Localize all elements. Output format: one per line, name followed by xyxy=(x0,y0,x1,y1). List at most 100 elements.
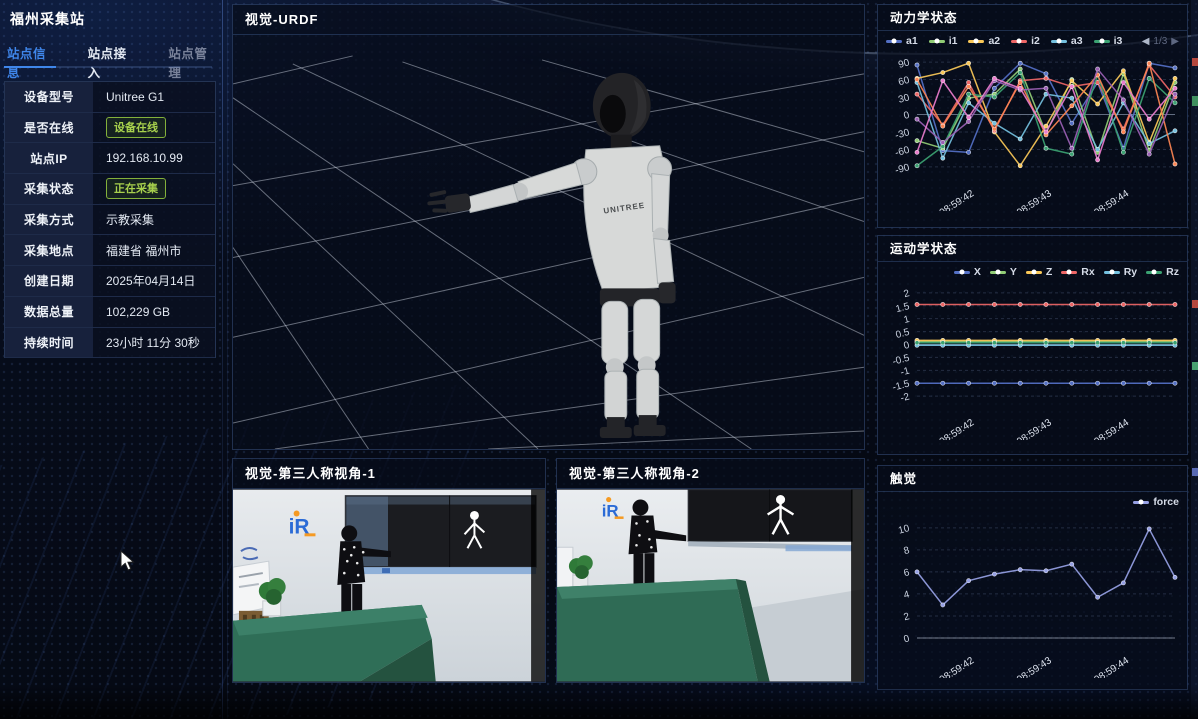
legend-item-Z[interactable]: Z xyxy=(1026,266,1052,278)
clipped-edge-strip xyxy=(1191,0,1198,719)
info-value: 2025年04月14日 xyxy=(93,266,215,296)
camera1-title: 视觉-第三人称视角-1 xyxy=(233,459,545,489)
camera1-panel: 视觉-第三人称视角-1 iR xyxy=(232,458,546,683)
edge-fragment xyxy=(1192,58,1198,66)
legend-label: a3 xyxy=(1071,35,1083,47)
svg-text:1.5: 1.5 xyxy=(894,301,911,315)
info-label: 数据总量 xyxy=(5,297,93,327)
dynamics-title: 动力学状态 xyxy=(878,5,1187,31)
info-label: 采集地点 xyxy=(5,235,93,265)
svg-text:0: 0 xyxy=(903,110,912,122)
kinematics-title: 运动学状态 xyxy=(878,236,1187,262)
svg-text:-2: -2 xyxy=(899,391,911,404)
svg-text:08:59:42: 08:59:42 xyxy=(938,188,977,211)
svg-text:8: 8 xyxy=(903,545,912,557)
legend-item-Ry[interactable]: Ry xyxy=(1104,266,1137,278)
table-row: 采集地点福建省 福州市 xyxy=(5,235,215,266)
video-edge-shade xyxy=(851,490,864,682)
legend-item-a2[interactable]: a2 xyxy=(968,35,1000,47)
edge-fragment xyxy=(1192,96,1198,106)
legend-item-X[interactable]: X xyxy=(954,266,981,278)
legend-item-Rx[interactable]: Rx xyxy=(1061,266,1094,278)
station-sidebar: 福州采集站 站点信息 站点接入 站点管理 设备型号Unitree G1是否在线设… xyxy=(0,0,222,719)
legend-item-a1[interactable]: a1 xyxy=(886,35,918,47)
svg-text:08:59:44: 08:59:44 xyxy=(1092,188,1131,211)
tab-site-info[interactable]: 站点信息 xyxy=(7,43,55,81)
info-label: 持续时间 xyxy=(5,328,93,358)
legend-item-i2[interactable]: i2 xyxy=(1011,35,1040,47)
legend-marker-icon xyxy=(929,40,945,43)
perspective-grid-icon xyxy=(233,56,864,449)
legend-item-i3[interactable]: i3 xyxy=(1094,35,1123,47)
info-label: 采集状态 xyxy=(5,174,93,204)
svg-text:1: 1 xyxy=(903,314,912,326)
legend-item-force[interactable]: force xyxy=(1133,496,1179,508)
info-value: 福建省 福州市 xyxy=(93,235,215,265)
legend-marker-icon xyxy=(954,271,970,274)
svg-text:10: 10 xyxy=(897,523,911,537)
dashboard-root: 福州采集站 站点信息 站点接入 站点管理 设备型号Unitree G1是否在线设… xyxy=(0,0,1198,719)
urdf-3d-view[interactable]: UNITREE xyxy=(233,36,864,449)
table-row: 采集状态正在采集 xyxy=(5,174,215,205)
info-label: 是否在线 xyxy=(5,113,93,143)
legend-label: Ry xyxy=(1124,266,1137,278)
svg-text:08:59:44: 08:59:44 xyxy=(1092,655,1131,678)
green-table xyxy=(557,579,770,681)
pager-next-icon[interactable]: ▶ xyxy=(1171,36,1179,47)
legend-item-a3[interactable]: a3 xyxy=(1051,35,1083,47)
robot-left-hand xyxy=(427,190,471,213)
svg-text:08:59:43: 08:59:43 xyxy=(1015,188,1054,211)
legend-marker-icon xyxy=(1011,40,1027,43)
legend-label: a1 xyxy=(906,35,918,47)
edge-fragment xyxy=(1192,362,1198,370)
camera2-panel: 视觉-第三人称视角-2 iR xyxy=(556,458,865,683)
legend-marker-icon xyxy=(990,271,1006,274)
legend-label: i2 xyxy=(1031,35,1040,47)
tactile-panel: 触觉 force 108642008:59:4208:59:4308:59:44 xyxy=(877,465,1188,690)
edge-fragment xyxy=(1192,300,1198,308)
legend-label: i1 xyxy=(949,35,958,47)
kinematics-panel: 运动学状态 XYZRxRyRz 21.510.50-0.5-1-1.5-208:… xyxy=(877,235,1188,455)
table-row: 创建日期2025年04月14日 xyxy=(5,266,215,297)
info-label: 设备型号 xyxy=(5,82,93,112)
urdf-panel-title: 视觉-URDF xyxy=(233,5,864,35)
legend-item-Y[interactable]: Y xyxy=(990,266,1017,278)
legend-label: Rx xyxy=(1081,266,1094,278)
kinematics-legend-row: X YZ Rx Ry Rz xyxy=(878,262,1187,278)
urdf-panel: 视觉-URDF xyxy=(232,4,865,450)
pager-prev-icon[interactable]: ◀ xyxy=(1142,36,1150,47)
sidebar-divider xyxy=(222,0,223,719)
svg-text:90: 90 xyxy=(897,57,911,71)
svg-text:0: 0 xyxy=(903,633,912,645)
station-title: 福州采集站 xyxy=(10,9,85,29)
dynamics-legend-row: a1i1a2i2a3i3 ◀ 1/3 ▶ xyxy=(878,31,1187,47)
tab-site-manage[interactable]: 站点管理 xyxy=(168,43,216,81)
svg-text:2: 2 xyxy=(903,288,912,300)
legend-marker-icon xyxy=(1146,271,1162,274)
camera2-video: iR xyxy=(557,489,864,682)
svg-text:-90: -90 xyxy=(894,162,911,176)
kinematics-chart: 21.510.50-0.5-1-1.5-208:59:4208:59:4308:… xyxy=(881,280,1184,440)
svg-text:0: 0 xyxy=(903,340,912,352)
legend-marker-icon xyxy=(1094,40,1110,43)
legend-label: a2 xyxy=(988,35,1000,47)
info-value: 102,229 GB xyxy=(93,297,215,327)
svg-text:0.5: 0.5 xyxy=(894,327,911,341)
camera2-title: 视觉-第三人称视角-2 xyxy=(557,459,864,489)
svg-text:08:59:42: 08:59:42 xyxy=(938,655,977,678)
info-value: Unitree G1 xyxy=(93,82,215,112)
legend-label: Y xyxy=(1010,266,1017,278)
legend-item-i1[interactable]: i1 xyxy=(929,35,958,47)
tab-site-access[interactable]: 站点接入 xyxy=(88,43,136,81)
svg-text:-60: -60 xyxy=(894,145,911,159)
info-value: 正在采集 xyxy=(93,174,215,204)
svg-text:-1: -1 xyxy=(899,365,911,378)
legend-marker-icon xyxy=(968,40,984,43)
legend-marker-icon xyxy=(1133,501,1149,504)
svg-text:08:59:43: 08:59:43 xyxy=(1015,655,1054,678)
legend-marker-icon xyxy=(1061,271,1077,274)
info-value: 设备在线 xyxy=(93,113,215,143)
legend-item-Rz[interactable]: Rz xyxy=(1146,266,1179,278)
table-row: 采集方式示教采集 xyxy=(5,205,215,236)
table-row: 站点IP192.168.10.99 xyxy=(5,143,215,174)
